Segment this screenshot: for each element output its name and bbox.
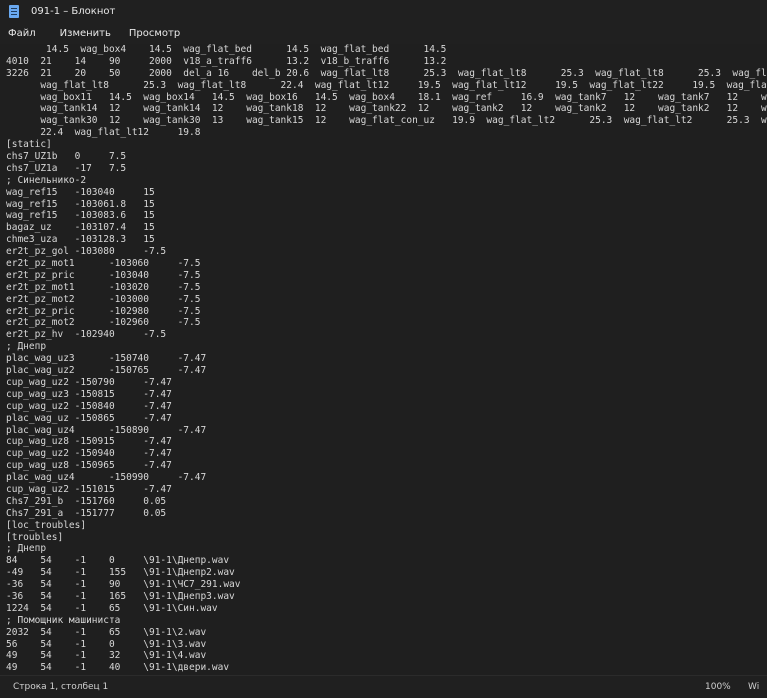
text-line: -49 54 -1 155 \91-1\Днепр2.wav <box>6 567 235 579</box>
menu-view[interactable]: Просмотр <box>121 28 190 39</box>
cursor-position: Строка 1, столбец 1 <box>13 682 109 692</box>
text-line: ; Днепр <box>6 341 47 353</box>
text-line: 56 54 -1 0 \91-1\3.wav <box>6 638 207 650</box>
text-line: Chs7_291_a -151777 0.05 <box>6 507 167 519</box>
status-bar: Строка 1, столбец 1 100% Wi <box>0 675 767 698</box>
text-line: plac_wag_uz3 -150740 -7.47 <box>6 353 207 365</box>
text-line: cup_wag_uz8 -150965 -7.47 <box>6 460 172 472</box>
text-line: 2032 54 -1 65 \91-1\2.wav <box>6 626 207 638</box>
text-line: [troubles] <box>6 531 64 543</box>
text-line: bagaz_uz -103107.4 15 <box>6 222 155 234</box>
text-line: ; Синельнико-2 <box>6 174 87 186</box>
text-line: cup_wag_uz2 -150790 -7.47 <box>6 376 172 388</box>
menu-edit[interactable]: Изменить <box>52 28 121 39</box>
text-line: wag_tank14 12 wag_tank14 12 wag_tank18 1… <box>6 103 767 115</box>
text-line: er2t_pz_gol -103080 -7.5 <box>6 246 167 258</box>
text-line: ; Днепр <box>6 543 47 555</box>
text-line: chs7_UZ1b 0 7.5 <box>6 151 127 163</box>
text-line: plac_wag_uz4 -150890 -7.47 <box>6 424 207 436</box>
text-line: ; Помощник машиниста <box>6 614 121 626</box>
text-line: wag_tank30 12 wag_tank30 13 wag_tank15 1… <box>6 115 767 127</box>
text-line: er2t_pz_hv -102940 -7.5 <box>6 329 167 341</box>
text-line: 4010 21 14 90 2000 v18_a_traff6 13.2 v18… <box>6 55 447 67</box>
menu-bar: Файл Изменить Просмотр <box>0 22 767 44</box>
text-line: -36 54 -1 165 \91-1\Днепр3.wav <box>6 590 235 602</box>
zoom-level: 100% <box>705 682 731 692</box>
text-line: wag_box11 14.5 wag_box14 14.5 wag_box16 … <box>6 91 767 103</box>
text-line: 22.4 wag_flat_lt12 19.8 <box>6 127 201 139</box>
text-line: plac_wag_uz4 -150990 -7.47 <box>6 472 207 484</box>
text-line: wag_ref15 -103083.6 15 <box>6 210 155 222</box>
text-line: wag_ref15 -103061.8 15 <box>6 198 155 210</box>
text-line: er2t_pz_pric -103040 -7.5 <box>6 269 201 281</box>
text-line: 49 54 -1 32 \91-1\4.wav <box>6 650 207 662</box>
window-title: 091-1 – Блокнот <box>31 5 116 17</box>
text-line: 1224 54 -1 65 \91-1\Син.wav <box>6 602 218 614</box>
text-line: er2t_pz_mot2 -103000 -7.5 <box>6 293 201 305</box>
notepad-icon <box>9 4 19 18</box>
text-editor[interactable]: 14.5 wag_box4 14.5 wag_flat_bed 14.5 wag… <box>0 44 767 675</box>
text-line: er2t_pz_pric -102980 -7.5 <box>6 305 201 317</box>
text-line: Chs7_291_b -151760 0.05 <box>6 495 167 507</box>
text-line: [static] <box>6 139 52 151</box>
text-line: er2t_pz_mot1 -103020 -7.5 <box>6 281 201 293</box>
text-line: chme3_uza -103128.3 15 <box>6 234 155 246</box>
text-line: -36 54 -1 90 \91-1\ЧС7_291.wav <box>6 579 241 591</box>
line-endings: Wi <box>748 682 760 692</box>
text-line: wag_ref15 -103040 15 <box>6 186 155 198</box>
text-line: cup_wag_uz8 -150915 -7.47 <box>6 436 172 448</box>
text-line: 14.5 wag_box4 14.5 wag_flat_bed 14.5 wag… <box>6 44 447 55</box>
text-line: er2t_pz_mot1 -103060 -7.5 <box>6 258 201 270</box>
text-line: er2t_pz_mot2 -102960 -7.5 <box>6 317 201 329</box>
text-line: [loc_troubles] <box>6 519 87 531</box>
text-line: cup_wag_uz2 -151015 -7.47 <box>6 483 172 495</box>
text-line: 49 54 -1 40 \91-1\двери.wav <box>6 662 230 674</box>
title-bar: 091-1 – Блокнот <box>0 0 767 22</box>
text-line: cup_wag_uz2 -150840 -7.47 <box>6 400 172 412</box>
text-line: chs7_UZ1a -17 7.5 <box>6 162 127 174</box>
text-line: 84 54 -1 0 \91-1\Днепр.wav <box>6 555 230 567</box>
text-line: 3226 21 20 50 2000 del_a 16 del_b 20.6 w… <box>6 67 767 79</box>
text-line: plac_wag_uz -150865 -7.47 <box>6 412 172 424</box>
text-line: wag_flat_lt8 25.3 wag_flat_lt8 22.4 wag_… <box>6 79 767 91</box>
text-line: cup_wag_uz2 -150940 -7.47 <box>6 448 172 460</box>
text-line: cup_wag_uz3 -150815 -7.47 <box>6 388 172 400</box>
menu-file[interactable]: Файл <box>0 28 46 39</box>
text-line: plac_wag_uz2 -150765 -7.47 <box>6 365 207 377</box>
